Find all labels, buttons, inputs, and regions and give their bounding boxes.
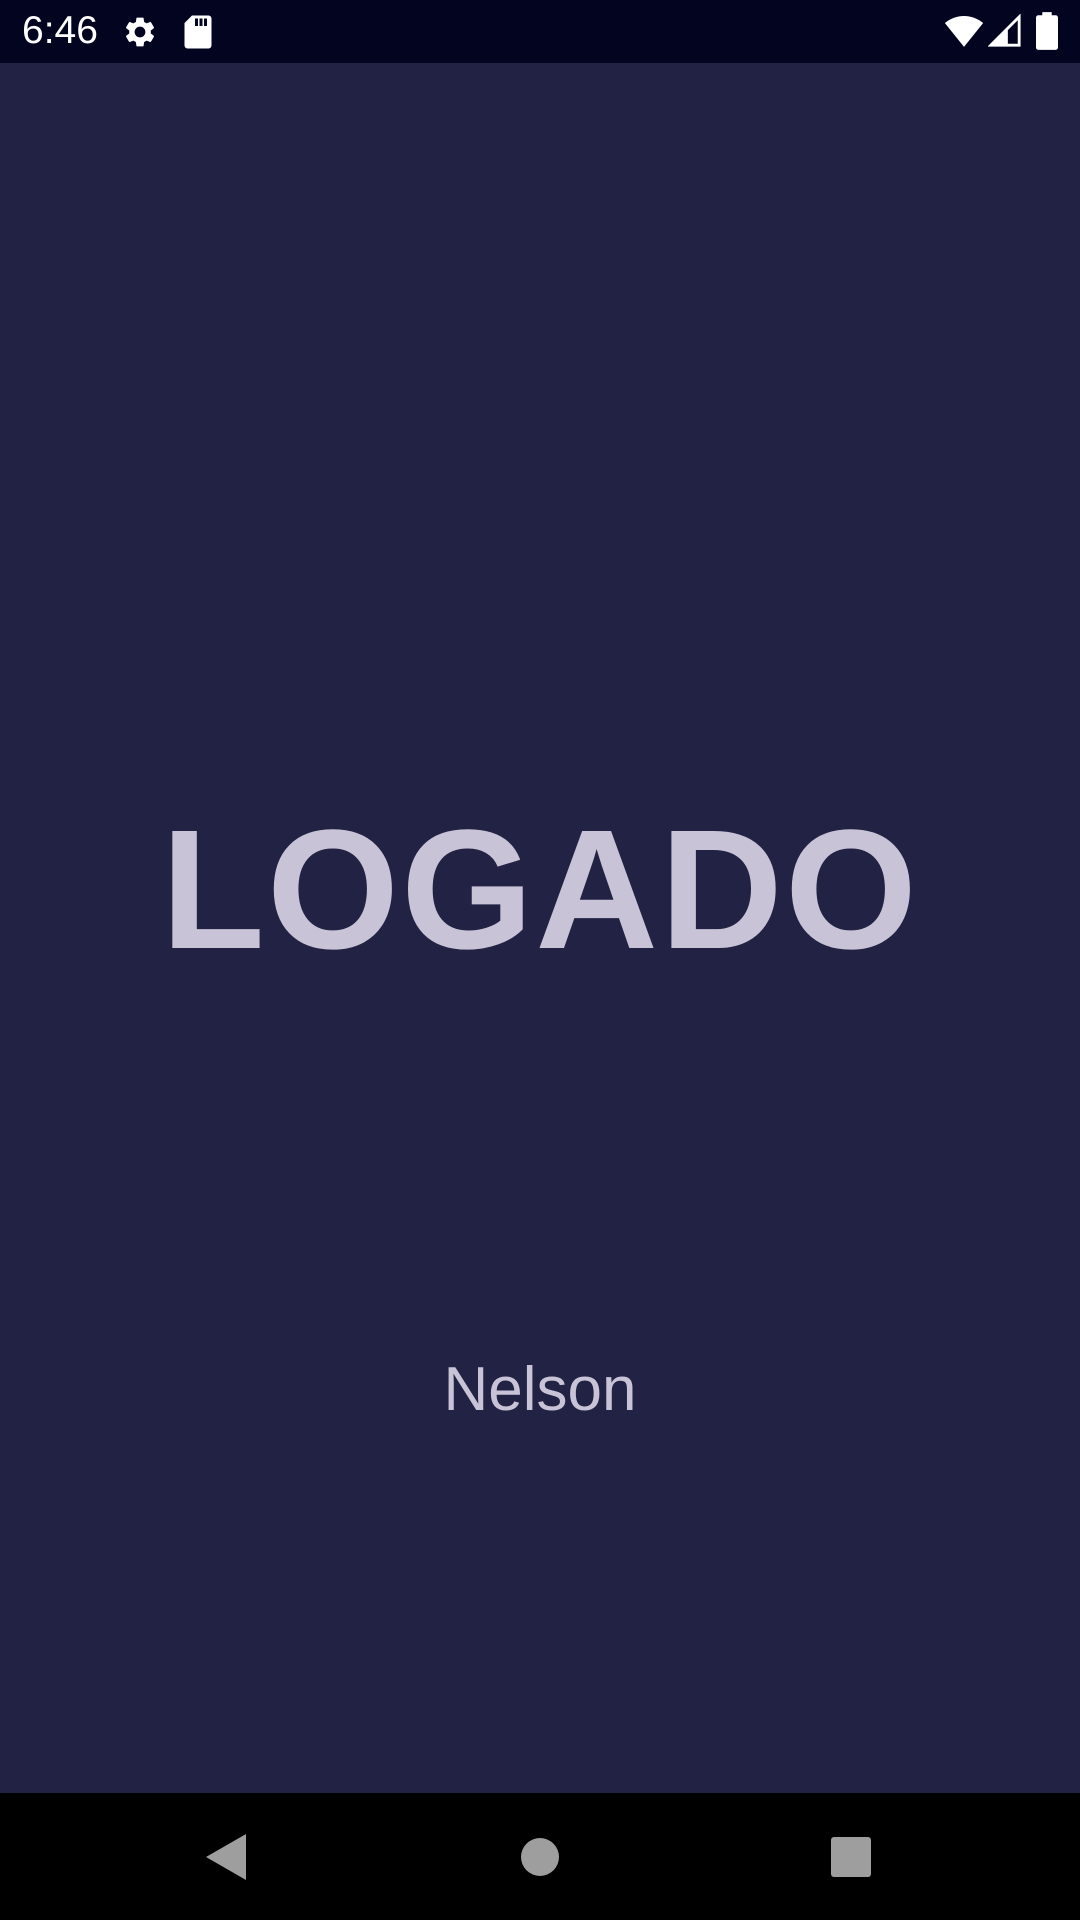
cellular-signal-icon (988, 14, 1021, 47)
wifi-icon (944, 16, 984, 47)
battery-icon (1036, 12, 1058, 50)
sd-card-icon (184, 15, 212, 49)
back-icon (206, 1833, 246, 1880)
app-screen: 6:46 LOGADO Nelson (0, 0, 1080, 1920)
home-button[interactable] (460, 1793, 620, 1920)
back-button[interactable] (145, 1793, 305, 1920)
recents-button[interactable] (771, 1793, 931, 1920)
navigation-bar (0, 1793, 1080, 1920)
logged-in-title: LOGADO (160, 795, 920, 985)
user-name-label: Nelson (443, 1355, 637, 1424)
home-icon (521, 1837, 559, 1876)
status-time: 6:46 (22, 9, 98, 52)
gear-icon (125, 17, 155, 47)
status-bar: 6:46 (0, 0, 1080, 63)
recents-icon (831, 1836, 871, 1877)
